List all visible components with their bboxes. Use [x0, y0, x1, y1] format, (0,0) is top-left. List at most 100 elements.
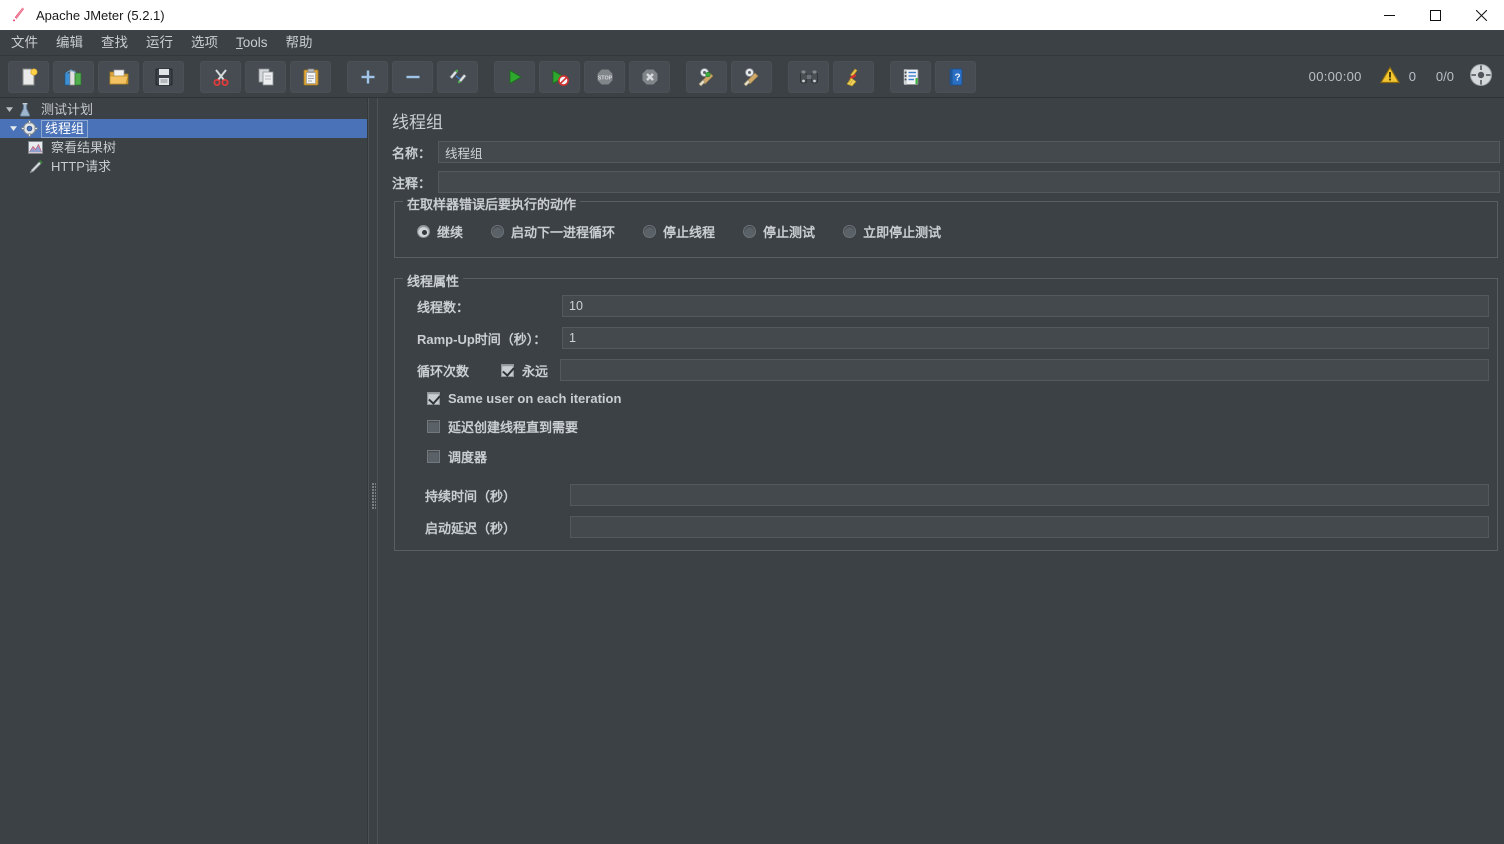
num-threads-input[interactable]	[562, 295, 1489, 317]
scheduler-label: 调度器	[448, 450, 488, 465]
error-action-radio-group: 继续 启动下一进程循环 停止线程 停止测试 立即停止测试	[403, 216, 1489, 249]
radio-start-next-loop[interactable]: 启动下一进程循环	[491, 222, 615, 241]
open-folder-icon	[109, 69, 128, 84]
toggle-pencils-icon	[449, 68, 466, 84]
expand-arrow-icon[interactable]	[6, 122, 20, 136]
radio-stop-test[interactable]: 停止测试	[743, 222, 815, 241]
startup-delay-input[interactable]	[570, 516, 1489, 538]
save-button[interactable]	[143, 60, 184, 93]
same-user-checkbox[interactable]: Same user on each iteration	[427, 391, 621, 406]
radio-stop-thread[interactable]: 停止线程	[643, 222, 715, 241]
expand-arrow-icon[interactable]	[2, 103, 16, 117]
test-plan-tree[interactable]: 测试计划 线程组 察看结果树 HTTP请求	[0, 98, 368, 844]
new-document-icon	[22, 67, 38, 85]
tree-node-test-plan[interactable]: 测试计划	[0, 100, 367, 119]
tree-label-http-request: HTTP请求	[51, 158, 111, 174]
maximize-button[interactable]	[1412, 0, 1458, 30]
elapsed-time: 00:00:00	[1308, 69, 1362, 84]
comment-field-row: 注释：	[386, 171, 1500, 193]
comment-label: 注释：	[392, 175, 432, 191]
thread-properties-legend: 线程属性	[403, 271, 464, 290]
svg-text:STOP: STOP	[597, 75, 612, 81]
check-mark-icon	[427, 392, 440, 405]
menu-options[interactable]: 选项	[182, 31, 227, 55]
radio-label-stop-test: 停止测试	[763, 225, 816, 240]
menu-tools[interactable]: Tools	[227, 31, 277, 55]
gear-broom-green-icon	[698, 67, 713, 86]
toolbar-separator-2	[333, 61, 345, 93]
thread-count: 0/0	[1435, 69, 1454, 84]
minimize-button[interactable]	[1366, 0, 1412, 30]
menu-search[interactable]: 查找	[92, 31, 137, 55]
copy-button[interactable]	[245, 60, 286, 93]
main-split-pane: 测试计划 线程组 察看结果树 HTTP请求 线程组 名称： 线程组 注释： 在取…	[0, 98, 1504, 844]
toolbar-separator-4	[672, 61, 684, 93]
radio-label-stop-test-now: 立即停止测试	[863, 225, 942, 240]
toggle-button[interactable]	[437, 60, 478, 93]
tree-node-view-results-tree[interactable]: 察看结果树	[0, 138, 367, 157]
clear-button[interactable]	[686, 60, 727, 93]
error-action-legend: 在取样器错误后要执行的动作	[403, 194, 581, 213]
split-pane-divider[interactable]	[368, 98, 378, 844]
ramp-up-input[interactable]	[562, 327, 1489, 349]
warning-triangle-icon[interactable]	[1379, 66, 1400, 87]
name-input[interactable]	[438, 141, 1500, 163]
start-button[interactable]	[494, 60, 535, 93]
shutdown-button[interactable]	[629, 60, 670, 93]
jmeter-feather-icon	[6, 2, 32, 28]
delayed-start-checkbox[interactable]: 延迟创建线程直到需要	[427, 417, 578, 436]
reset-search-button[interactable]	[833, 60, 874, 93]
stop-button[interactable]: STOP	[584, 60, 625, 93]
ramp-up-row: Ramp-Up时间（秒）：	[403, 327, 1489, 349]
menu-run[interactable]: 运行	[137, 31, 182, 55]
toolbar-separator-1	[186, 61, 198, 93]
window-title: Apache JMeter (5.2.1)	[36, 7, 165, 23]
thread-group-editor: 线程组 名称： 注释： 在取样器错误后要执行的动作 继续	[378, 98, 1504, 844]
radio-mark-icon	[743, 225, 757, 238]
delayed-start-label: 延迟创建线程直到需要	[448, 420, 579, 435]
cut-button[interactable]	[200, 60, 241, 93]
close-button[interactable]	[1458, 0, 1504, 30]
menu-file[interactable]: 文件	[2, 31, 47, 55]
connection-status-icon[interactable]	[1468, 62, 1494, 91]
menu-edit[interactable]: 编辑	[47, 31, 92, 55]
function-helper-button[interactable]	[890, 60, 931, 93]
name-label: 名称：	[392, 145, 432, 161]
forever-label: 永远	[522, 363, 549, 379]
menu-tools-rest: ools	[242, 34, 268, 50]
tree-label-view-results-tree: 察看结果树	[51, 139, 117, 155]
radio-stop-test-now[interactable]: 立即停止测试	[843, 222, 941, 241]
help-button[interactable]: ?	[935, 60, 976, 93]
scissors-icon	[213, 68, 228, 86]
num-threads-row: 线程数：	[403, 295, 1489, 317]
expand-all-button[interactable]	[347, 60, 388, 93]
duration-input[interactable]	[570, 484, 1489, 506]
open-button[interactable]	[98, 60, 139, 93]
paste-button[interactable]	[290, 60, 331, 93]
forever-checkbox[interactable]: 永远	[501, 361, 548, 380]
tree-node-http-request[interactable]: HTTP请求	[0, 157, 367, 176]
templates-button[interactable]	[53, 60, 94, 93]
check-mark-icon	[427, 450, 440, 463]
new-button[interactable]	[8, 60, 49, 93]
save-floppy-icon	[155, 68, 172, 85]
loop-count-input[interactable]	[560, 359, 1489, 381]
split-pane-grip[interactable]	[372, 483, 376, 509]
copy-pages-icon	[258, 68, 273, 85]
clear-all-button[interactable]	[731, 60, 772, 93]
radio-continue[interactable]: 继续	[417, 222, 463, 241]
tree-node-thread-group[interactable]: 线程组	[0, 119, 367, 138]
http-request-pen-icon	[26, 158, 44, 175]
page-title: 线程组	[392, 113, 443, 132]
collapse-all-button[interactable]	[392, 60, 433, 93]
menu-help[interactable]: 帮助	[277, 31, 322, 55]
scheduler-checkbox[interactable]: 调度器	[427, 447, 487, 466]
comment-input[interactable]	[438, 171, 1500, 193]
title-bar: Apache JMeter (5.2.1)	[0, 0, 1504, 30]
radio-label-stop-thread: 停止线程	[663, 225, 716, 240]
search-button[interactable]	[788, 60, 829, 93]
menu-bar: 文件 编辑 查找 运行 选项 Tools 帮助	[0, 30, 1504, 56]
play-green-icon	[509, 69, 522, 84]
start-no-pauses-button[interactable]	[539, 60, 580, 93]
radio-mark-icon	[643, 225, 657, 238]
